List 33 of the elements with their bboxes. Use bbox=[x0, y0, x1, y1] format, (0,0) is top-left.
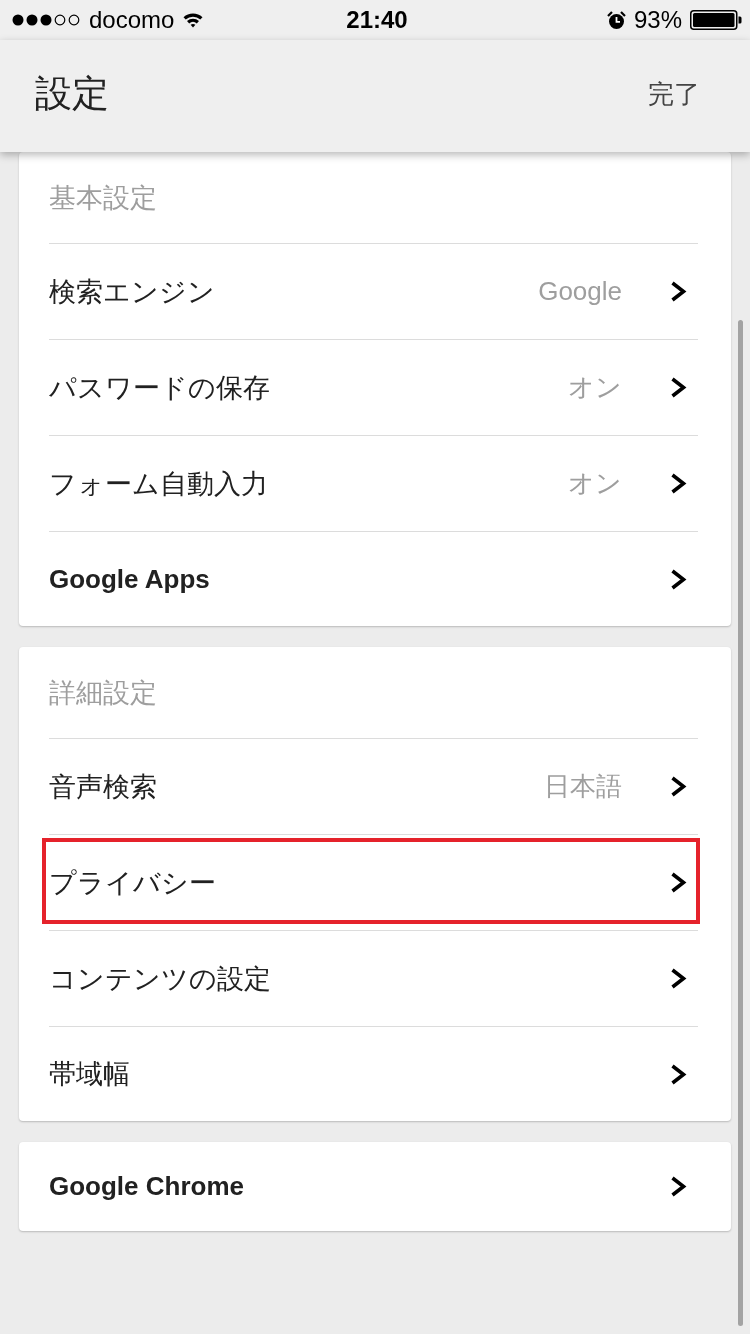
setting-value: オン bbox=[568, 371, 622, 404]
setting-label[interactable]: 音声検索 bbox=[49, 768, 544, 805]
chevron-right-icon bbox=[670, 473, 687, 494]
battery-percentage: 93% bbox=[633, 6, 682, 34]
clock-time: 21:40 bbox=[346, 6, 408, 34]
page-title: 設定 bbox=[35, 72, 109, 116]
setting-label[interactable]: パスワードの保存 bbox=[49, 369, 568, 406]
chevron-right-icon bbox=[670, 872, 687, 893]
alarm-clock-icon bbox=[606, 10, 626, 30]
setting-label[interactable]: コンテンツの設定 bbox=[49, 960, 670, 997]
chevron-right-icon bbox=[670, 1176, 687, 1197]
chevron-right-icon bbox=[670, 568, 687, 590]
setting-label[interactable]: 検索エンジン bbox=[49, 273, 539, 310]
setting-label[interactable]: フォーム自動入力 bbox=[49, 465, 568, 502]
chevron-right-icon bbox=[670, 968, 687, 989]
setting-label[interactable]: Google Apps bbox=[49, 563, 670, 595]
setting-label[interactable]: プライバシー bbox=[49, 864, 670, 901]
battery-icon bbox=[690, 10, 742, 30]
chevron-right-icon bbox=[670, 281, 687, 302]
chevron-right-icon bbox=[670, 1063, 687, 1085]
setting-value: Google bbox=[538, 276, 622, 307]
carrier-name: docomo bbox=[89, 6, 175, 34]
section-header: 基本設定 bbox=[49, 181, 157, 215]
section-header: 詳細設定 bbox=[49, 676, 157, 710]
wifi-icon bbox=[183, 12, 204, 28]
signal-strength-icon bbox=[12, 14, 80, 26]
setting-value: オン bbox=[568, 467, 622, 500]
chevron-right-icon bbox=[670, 377, 687, 398]
setting-value: 日本語 bbox=[544, 770, 622, 803]
setting-label[interactable]: Google Chrome bbox=[49, 1171, 670, 1202]
setting-label[interactable]: 帯域幅 bbox=[49, 1056, 670, 1092]
done-button[interactable]: 完了 bbox=[648, 72, 700, 116]
chevron-right-icon bbox=[670, 776, 687, 797]
